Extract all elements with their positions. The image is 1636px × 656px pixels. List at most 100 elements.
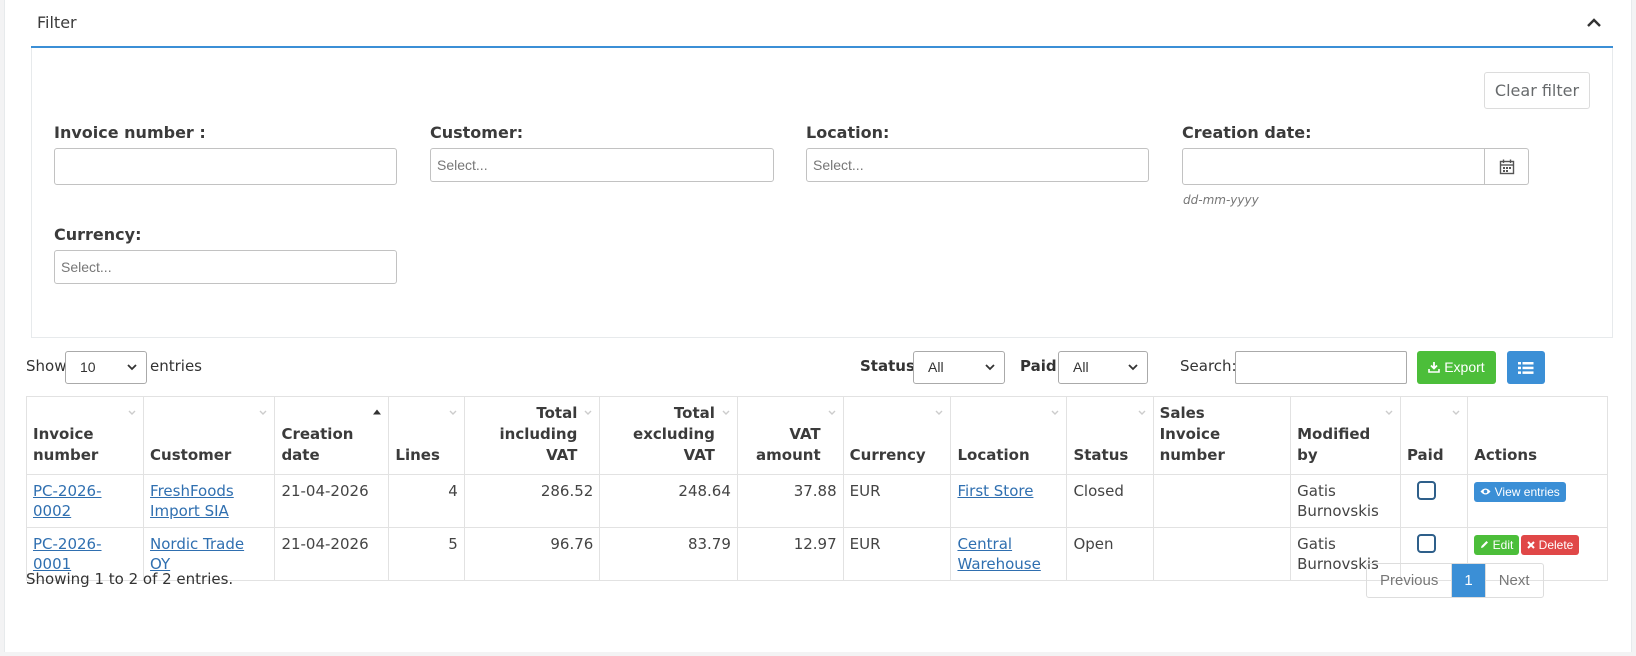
customer-link[interactable]: Nordic Trade OY (150, 535, 244, 573)
show-label: Show (26, 357, 67, 375)
chevron-down-icon (985, 364, 995, 371)
sort-icon (828, 410, 836, 415)
invoice-number-label: Invoice number : (54, 123, 206, 142)
sort-icon (128, 410, 136, 415)
status-select-value: All (928, 359, 944, 375)
column-header-actions: Actions (1467, 396, 1608, 475)
invoices-table: Invoice number Customer Creation date Line… (25, 396, 1608, 581)
modified-by-cell: Gatis Burnovskis (1290, 474, 1401, 528)
customer-select[interactable]: Select... (430, 148, 774, 182)
total-excl-vat-cell: 248.64 (599, 474, 738, 528)
table-row: PC-2026-0002 FreshFoods Import SIA 21-04… (25, 474, 1608, 528)
sort-icon (722, 410, 730, 415)
currency-cell: EUR (842, 474, 952, 528)
chevron-down-icon (1128, 364, 1138, 371)
calendar-button[interactable] (1485, 148, 1529, 185)
sort-icon (935, 410, 943, 415)
column-header-invoice-number[interactable]: Invoice number (25, 396, 145, 475)
pencil-icon (1481, 541, 1489, 548)
lines-cell: 5 (388, 527, 465, 581)
column-header-vat-amount[interactable]: VAT amount (736, 396, 844, 475)
paid-select-value: All (1073, 359, 1089, 375)
page-1-button[interactable]: 1 (1452, 564, 1486, 597)
export-label: Export (1444, 359, 1485, 375)
total-incl-vat-cell: 286.52 (463, 474, 601, 528)
export-button[interactable]: Export (1417, 351, 1496, 384)
column-header-paid[interactable]: Paid (1399, 396, 1469, 475)
filter-title: Filter (37, 13, 77, 32)
pagination: Previous 1 Next (1366, 563, 1544, 598)
column-header-lines[interactable]: Lines (388, 396, 465, 475)
table-info: Showing 1 to 2 of 2 entries. (26, 570, 234, 588)
chevron-down-icon (127, 364, 137, 371)
filter-header[interactable]: Filter (31, 0, 1613, 48)
currency-select[interactable]: Select... (54, 250, 397, 284)
lines-cell: 4 (388, 474, 465, 528)
vat-amount-cell: 37.88 (736, 474, 844, 528)
next-page-button[interactable]: Next (1486, 564, 1543, 597)
page-size-value: 10 (80, 359, 96, 375)
sort-icon (1138, 410, 1146, 415)
currency-label: Currency: (54, 225, 142, 244)
status-cell: Open (1066, 527, 1154, 581)
status-cell: Closed (1066, 474, 1154, 528)
paid-select[interactable]: All (1058, 351, 1148, 384)
calendar-icon (1499, 159, 1515, 175)
location-label: Location: (806, 123, 890, 142)
column-header-currency[interactable]: Currency (842, 396, 952, 475)
currency-cell: EUR (842, 527, 952, 581)
invoice-number-link[interactable]: PC-2026-0001 (33, 535, 102, 573)
creation-date-cell: 21-04-2026 (274, 474, 390, 528)
sales-invoice-cell (1152, 474, 1292, 528)
invoice-number-input[interactable] (54, 148, 397, 185)
page-size-select[interactable]: 10 (65, 351, 147, 384)
paid-checkbox[interactable] (1416, 481, 1436, 500)
download-icon (1428, 362, 1441, 373)
view-entries-button[interactable]: View entries (1474, 482, 1566, 502)
paid-checkbox[interactable] (1416, 534, 1436, 553)
search-input[interactable] (1235, 351, 1407, 384)
table-header-row: Invoice number Customer Creation date Line… (25, 396, 1608, 475)
total-excl-vat-cell: 83.79 (599, 527, 738, 581)
location-select[interactable]: Select... (806, 148, 1149, 182)
clear-filter-button[interactable]: Clear filter (1484, 72, 1590, 109)
sort-icon (1051, 410, 1059, 415)
customer-link[interactable]: FreshFoods Import SIA (150, 482, 234, 520)
column-visibility-button[interactable] (1507, 351, 1545, 384)
entries-label: entries (150, 357, 202, 375)
paid-filter-label: Paid: (1020, 357, 1063, 375)
status-select[interactable]: All (913, 351, 1005, 384)
edit-button[interactable]: Edit (1474, 535, 1520, 555)
vat-amount-cell: 12.97 (736, 527, 844, 581)
filter-panel: Clear filter Invoice number : Customer: … (31, 48, 1613, 338)
sales-invoice-cell (1152, 527, 1292, 581)
sort-ascending-icon (373, 409, 382, 415)
list-icon (1518, 362, 1534, 374)
search-label: Search: (1180, 357, 1237, 375)
column-header-sales-invoice-number[interactable]: Sales Invoice number (1152, 396, 1292, 475)
column-header-total-including-vat[interactable]: Total including VAT (463, 396, 601, 475)
location-link[interactable]: Central Warehouse (957, 535, 1040, 573)
column-header-creation-date[interactable]: Creation date (274, 396, 390, 475)
sort-icon (584, 410, 592, 415)
sort-icon (1385, 410, 1393, 415)
times-icon (1527, 541, 1536, 549)
creation-date-label: Creation date: (1182, 123, 1312, 142)
sort-icon (1452, 410, 1460, 415)
creation-date-input[interactable] (1182, 148, 1485, 185)
column-header-status[interactable]: Status (1066, 396, 1154, 475)
sort-icon (259, 410, 267, 415)
column-header-customer[interactable]: Customer (143, 396, 276, 475)
eye-icon (1480, 488, 1491, 495)
chevron-up-icon[interactable] (1585, 14, 1603, 32)
column-header-modified-by[interactable]: Modified by (1290, 396, 1401, 475)
column-header-location[interactable]: Location (950, 396, 1068, 475)
date-format-hint: dd-mm-yyyy (1183, 193, 1259, 207)
customer-label: Customer: (430, 123, 524, 142)
location-link[interactable]: First Store (957, 482, 1033, 500)
previous-page-button[interactable]: Previous (1367, 564, 1453, 597)
sort-icon (449, 410, 457, 415)
delete-button[interactable]: Delete (1521, 535, 1580, 555)
invoice-number-link[interactable]: PC-2026-0002 (33, 482, 102, 520)
column-header-total-excluding-vat[interactable]: Total excluding VAT (599, 396, 738, 475)
